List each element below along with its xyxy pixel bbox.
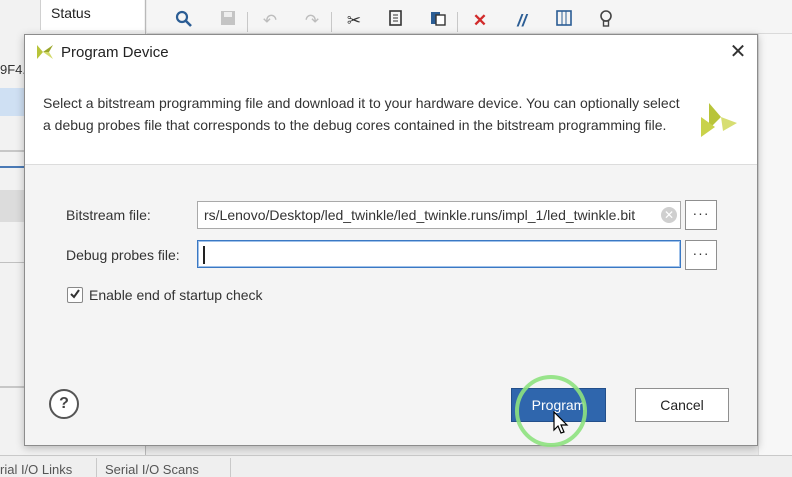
lightbulb-icon[interactable]	[595, 10, 617, 32]
divider	[247, 12, 248, 32]
vivado-logo-icon	[701, 103, 737, 137]
comment-icon[interactable]: //	[511, 10, 533, 32]
divider	[230, 458, 231, 477]
toolbar: ↶ ↷ ✂ ✕ //	[147, 0, 792, 34]
program-button[interactable]: Program	[511, 388, 606, 422]
startup-check-checkbox[interactable]	[67, 287, 83, 303]
bottom-tab-bar: rial I/O Links Serial I/O Scans	[0, 455, 792, 477]
dialog-header: Select a bitstream programming file and …	[25, 69, 757, 165]
bitstream-file-input[interactable]: rs/Lenovo/Desktop/led_twinkle/led_twinkl…	[197, 201, 681, 229]
delete-icon[interactable]: ✕	[469, 10, 491, 32]
tab-serial-io-scans[interactable]: Serial I/O Scans	[96, 458, 207, 477]
program-device-dialog: Program Device ✕ Select a bitstream prog…	[24, 34, 758, 447]
dialog-title-bar: Program Device ✕	[25, 35, 757, 69]
status-column-header[interactable]: Status	[40, 0, 144, 30]
debug-probes-browse-button[interactable]: ···	[685, 240, 717, 270]
bitstream-file-value: rs/Lenovo/Desktop/led_twinkle/led_twinkl…	[204, 207, 636, 223]
clear-icon[interactable]: ✕	[661, 207, 677, 223]
divider	[0, 262, 24, 263]
divider	[0, 150, 24, 152]
editor-area	[758, 34, 792, 455]
dialog-description: Select a bitstream programming file and …	[43, 95, 680, 133]
bitstream-browse-button[interactable]: ···	[685, 200, 717, 230]
cut-icon[interactable]: ✂	[343, 10, 365, 32]
cancel-button[interactable]: Cancel	[635, 388, 729, 422]
vivado-logo-icon	[35, 43, 55, 61]
columns-icon[interactable]	[553, 10, 575, 32]
search-icon[interactable]	[173, 10, 195, 32]
bitstream-file-label: Bitstream file:	[66, 207, 151, 223]
copy-icon[interactable]	[385, 10, 407, 32]
close-icon[interactable]: ✕	[725, 39, 751, 65]
left-panel-band	[0, 190, 24, 222]
divider	[0, 166, 24, 168]
text-caret	[203, 246, 205, 264]
help-button[interactable]: ?	[49, 389, 79, 419]
redo-icon[interactable]: ↷	[301, 10, 323, 32]
paste-icon[interactable]	[427, 10, 449, 32]
debug-probes-file-input[interactable]	[197, 240, 681, 268]
left-panel-selected-row	[0, 88, 24, 116]
debug-probes-file-label: Debug probes file:	[66, 247, 180, 263]
checkmark-icon	[70, 289, 80, 299]
dialog-title: Program Device	[61, 44, 169, 61]
divider	[457, 12, 458, 32]
save-icon[interactable]	[217, 10, 239, 32]
divider	[0, 386, 24, 388]
divider	[331, 12, 332, 32]
tab-serial-io-links[interactable]: rial I/O Links	[0, 458, 80, 477]
undo-icon[interactable]: ↶	[259, 10, 281, 32]
left-panel-fragment: 9F4.	[0, 62, 27, 77]
startup-check-label[interactable]: Enable end of startup check	[89, 287, 263, 303]
